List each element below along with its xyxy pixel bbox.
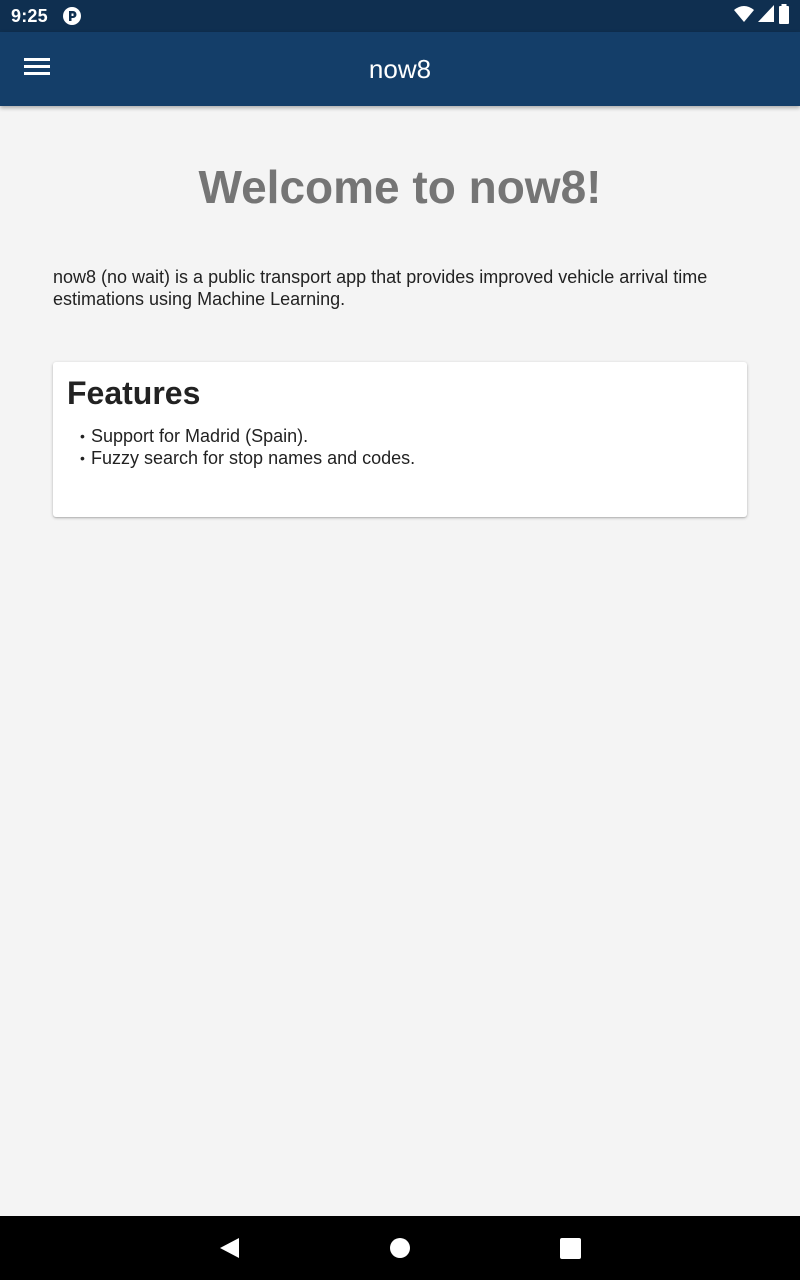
app-notification-icon: [62, 6, 82, 26]
features-list: Support for Madrid (Spain). Fuzzy search…: [80, 425, 415, 469]
feature-item: Support for Madrid (Spain).: [80, 425, 415, 447]
wifi-icon: [734, 5, 754, 28]
back-icon[interactable]: [219, 1237, 241, 1259]
welcome-title: Welcome to now8!: [198, 161, 602, 213]
status-bar: 9:25: [0, 0, 800, 32]
features-card: Features Support for Madrid (Spain). Fuz…: [53, 362, 747, 517]
app-title: now8: [368, 54, 432, 84]
menu-button[interactable]: [14, 45, 60, 91]
status-icons: [734, 3, 790, 29]
status-time: 9:25: [11, 6, 48, 26]
intro-text: now8 (no wait) is a public transport app…: [53, 267, 708, 309]
home-icon[interactable]: [389, 1237, 411, 1259]
navigation-bar: [0, 1216, 800, 1280]
features-title: Features: [67, 375, 201, 411]
app-bar: now8: [0, 32, 800, 106]
recents-icon[interactable]: [560, 1238, 581, 1259]
battery-icon: [778, 3, 790, 29]
signal-icon: [758, 5, 774, 27]
main-content: Welcome to now8! now8 (no wait) is a pub…: [0, 106, 800, 1216]
hamburger-menu-icon[interactable]: [24, 56, 50, 81]
feature-item: Fuzzy search for stop names and codes.: [80, 447, 415, 469]
